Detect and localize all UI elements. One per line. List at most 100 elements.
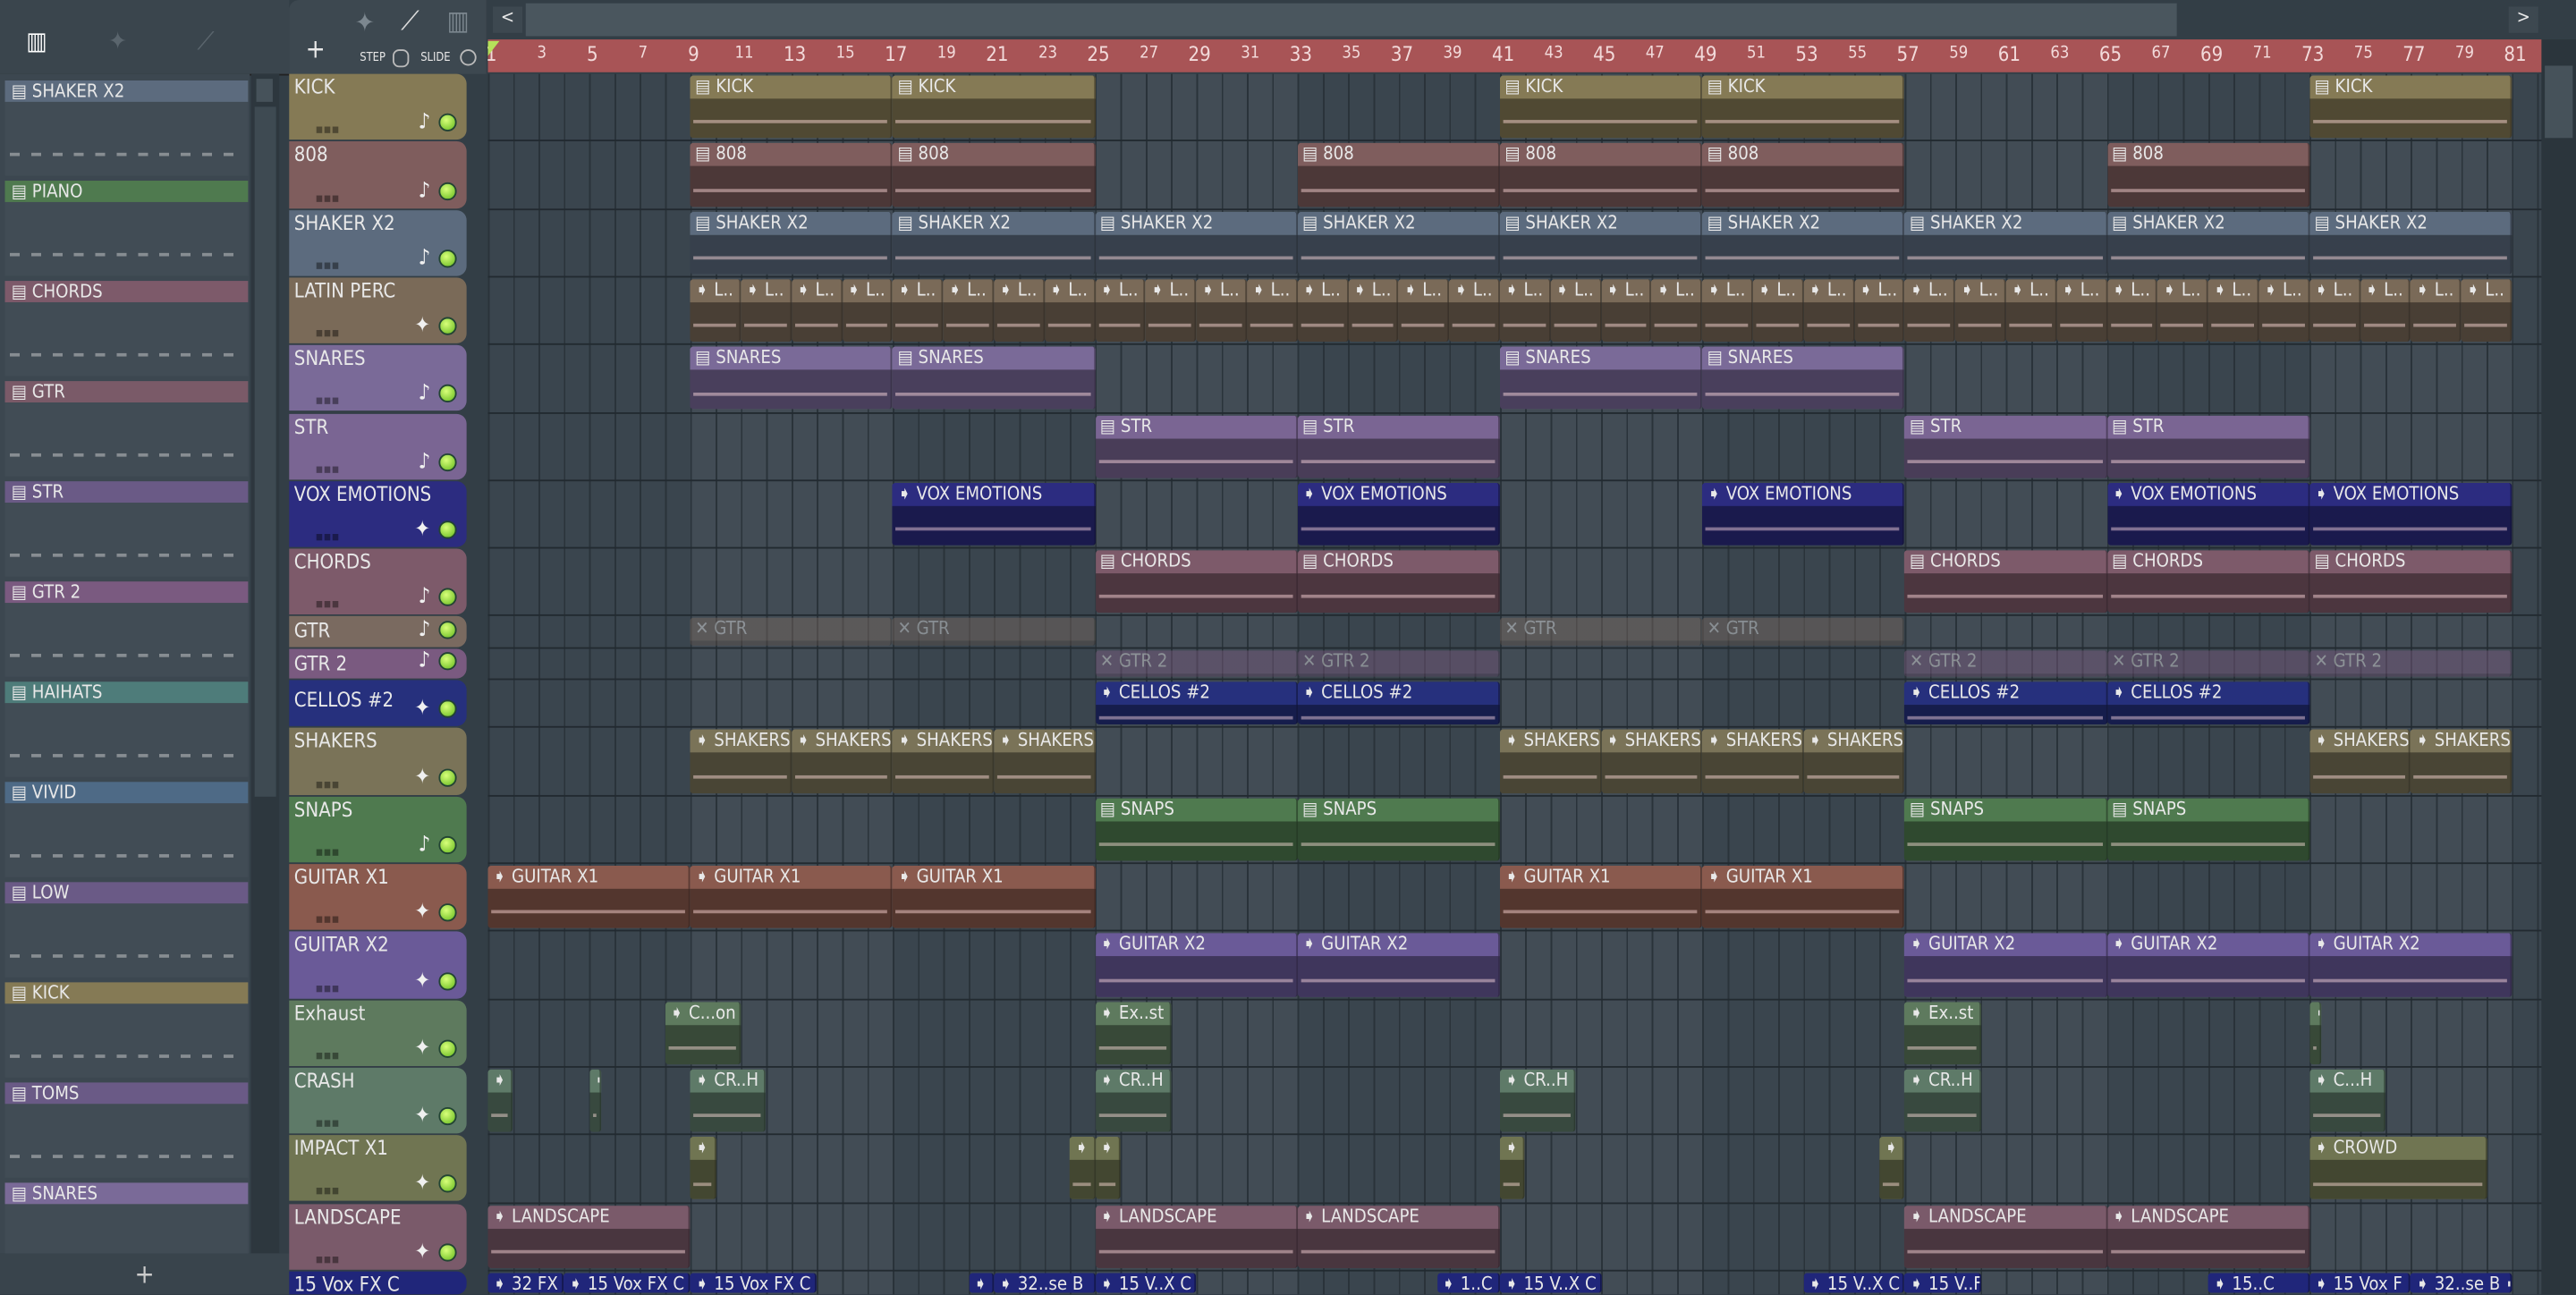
track-enable-led[interactable] [438, 1039, 457, 1058]
playlist-clip[interactable]: ➧ L.. [2157, 279, 2208, 343]
playlist-clip[interactable]: ➧ SHAKERS [1803, 730, 1905, 793]
playlist-clip[interactable]: ➧ 15 Vox F [2309, 1273, 2411, 1293]
playlist-clip[interactable]: ➧ [2309, 1001, 2323, 1065]
playlist-clip[interactable]: ➧ GUITAR X1 [487, 865, 691, 929]
playlist-clip[interactable]: ➧ L.. [1499, 279, 1551, 343]
track-enable-led[interactable] [438, 588, 457, 607]
playlist-clip[interactable]: ✕ GTR [893, 618, 1096, 646]
playlist-clip[interactable]: ▤ SHAKER X2 [1702, 211, 1905, 275]
track-enable-led[interactable] [438, 835, 457, 855]
step-toggle[interactable] [392, 49, 410, 68]
playlist-clip[interactable]: ➧ CELLOS #2 [2106, 681, 2310, 725]
playlist-clip[interactable]: ➧ L.. [791, 279, 843, 343]
add-track-button[interactable]: + [306, 33, 326, 64]
playlist-clip[interactable]: ➧ [690, 1137, 716, 1200]
track-header[interactable]: SHAKER X2 ♪ ▪▪▪ [289, 209, 467, 276]
playlist-clip[interactable]: ➧ 1..C [1436, 1273, 1500, 1293]
playlist-clip[interactable]: ➧ 15..C [2207, 1273, 2310, 1293]
playlist-clip[interactable]: ➧ L.. [943, 279, 995, 343]
pattern-item[interactable]: ▤ VIVID [4, 782, 249, 877]
playlist-clip[interactable]: ➧ L.. [893, 279, 944, 343]
playlist-clip[interactable]: ➧ L.. [1145, 279, 1197, 343]
playlist-clip[interactable]: ▤ 808 [1499, 143, 1703, 207]
playlist-clip[interactable]: ➧ CR..H [1095, 1069, 1172, 1132]
playlist-clip[interactable]: ➧ VOX EMOTIONS [2106, 482, 2310, 546]
playlist-clip[interactable]: ▤ 808 [690, 143, 894, 207]
playlist-clip[interactable]: ▤ CHORDS [1095, 550, 1298, 614]
track-grip[interactable]: ▪▪▪ [316, 597, 340, 612]
track-header[interactable]: Exhaust ✦ ▪▪▪ [289, 999, 467, 1066]
playlist-clip[interactable]: ▤ CHORDS [1904, 550, 2107, 614]
playlist-clip[interactable]: ➧ C...H [2309, 1069, 2385, 1132]
track-enable-led[interactable] [438, 700, 457, 719]
automation-clip-icon[interactable]: ⟋ [401, 5, 419, 38]
playlist-clip[interactable]: ➧ CR..H [1499, 1069, 1576, 1132]
track-header[interactable]: CHORDS ♪ ▪▪▪ [289, 548, 467, 615]
track-header[interactable]: CELLOS #2 ✦ [289, 681, 467, 727]
pattern-item[interactable]: ▤ TOMS [4, 1082, 249, 1178]
track-header[interactable]: 808 ♪ ▪▪▪ [289, 141, 467, 208]
track-grip[interactable]: ▪▪▪ [316, 394, 340, 409]
playlist-clip[interactable]: ▤ SHAKER X2 [893, 211, 1096, 275]
playlist-clip[interactable]: ➧ Ex..st [1095, 1001, 1172, 1065]
playlist-clip[interactable]: ➧ VOX EMOTIONS [2309, 482, 2512, 546]
playlist-clip[interactable]: ➧ SHAKERS [2309, 730, 2411, 793]
pattern-clip-icon[interactable]: ▥ [447, 5, 470, 37]
playlist-clip[interactable]: ➧ LANDSCAPE [2106, 1205, 2310, 1268]
playlist-clip[interactable]: ➧ SHAKERS [1702, 730, 1804, 793]
track-enable-led[interactable] [438, 971, 457, 990]
playlist-clip[interactable]: ➧ [1879, 1137, 1905, 1200]
slide-toggle[interactable] [460, 49, 477, 66]
track-enable-led[interactable] [438, 1107, 457, 1126]
track-grip[interactable]: ▪▪▪ [316, 776, 340, 791]
track-header[interactable]: CRASH ✦ ▪▪▪ [289, 1067, 467, 1134]
playlist-clip[interactable]: ➧ L.. [1853, 279, 1905, 343]
playlist-clip[interactable]: ➧ L.. [994, 279, 1045, 343]
track-grip[interactable]: ▪▪▪ [316, 1251, 340, 1266]
playlist-clip[interactable]: ➧ L.. [1449, 279, 1500, 343]
playlist-clip[interactable]: ➧ L.. [2106, 279, 2158, 343]
playlist-clip[interactable]: ➧ SHAKERS [791, 730, 894, 793]
audio-wave-icon[interactable]: ✦ [108, 26, 127, 55]
playlist-clip[interactable]: ➧ L.. [690, 279, 741, 343]
playlist-clip[interactable]: ➧ GUITAR X2 [1297, 933, 1500, 997]
playlist-clip[interactable]: ➧ L.. [1752, 279, 1804, 343]
playlist-clip[interactable]: ➧ L.. [1297, 279, 1349, 343]
track-header[interactable]: SNARES ♪ ▪▪▪ [289, 345, 467, 412]
playlist-clip[interactable]: ➧ [1499, 1137, 1526, 1200]
track-header[interactable]: IMPACT X1 ✦ ▪▪▪ [289, 1135, 467, 1202]
playlist-clip[interactable]: ➧ L.. [2005, 279, 2057, 343]
playlist-clip[interactable]: ▤ KICK [1499, 75, 1703, 139]
playlist-clip[interactable]: ➧ 15 V..X C [1803, 1273, 1905, 1293]
playlist-clip[interactable]: ➧ L.. [1095, 279, 1146, 343]
playlist-clip[interactable]: ▤ SHAKER X2 [1499, 211, 1703, 275]
playlist-clip[interactable]: ➧ [2499, 1273, 2512, 1293]
playlist-clip[interactable]: ➧ L.. [2309, 279, 2360, 343]
playlist-clip[interactable]: ▤ SHAKER X2 [1095, 211, 1298, 275]
track-grip[interactable]: ▪▪▪ [316, 1048, 340, 1063]
track-grip[interactable]: ▪▪▪ [316, 980, 340, 995]
track-header[interactable]: SNAPS ♪ ▪▪▪ [289, 796, 467, 863]
track-header[interactable]: GTR 2 ♪ [289, 648, 467, 680]
playlist-clip[interactable]: ➧ L.. [1196, 279, 1248, 343]
playlist-clip[interactable]: ✕ GTR 2 [1095, 650, 1298, 678]
track-header[interactable]: KICK ♪ ▪▪▪ [289, 73, 467, 140]
track-enable-led[interactable] [438, 182, 457, 200]
track-enable-led[interactable] [438, 768, 457, 787]
playlist-clip[interactable]: ➧ LANDSCAPE [1904, 1205, 2107, 1268]
playlist-clip[interactable]: ➧ [487, 1069, 513, 1132]
track-enable-led[interactable] [438, 1243, 457, 1262]
track-header[interactable]: VOX EMOTIONS ✦ ▪▪▪ [289, 480, 467, 547]
playlist-clip[interactable]: ➧ [1070, 1137, 1096, 1200]
playlist-clip[interactable]: ➧ [1095, 1137, 1121, 1200]
picker-scrollbar[interactable] [251, 73, 280, 1254]
track-grip[interactable]: ▪▪▪ [316, 912, 340, 927]
playlist-clip[interactable]: ▤ SNAPS [1095, 798, 1298, 861]
playlist-clip[interactable]: ▤ SHAKER X2 [2106, 211, 2310, 275]
overview-scrollbar[interactable] [525, 3, 2177, 37]
playlist-clip[interactable]: ➧ L.. [1955, 279, 2006, 343]
playlist-clip[interactable]: ▤ STR [1904, 414, 2107, 478]
pattern-item[interactable]: ▤ STR [4, 481, 249, 577]
playlist-clip[interactable]: ➧ LANDSCAPE [487, 1205, 691, 1268]
pattern-item[interactable]: ▤ LOW [4, 882, 249, 978]
